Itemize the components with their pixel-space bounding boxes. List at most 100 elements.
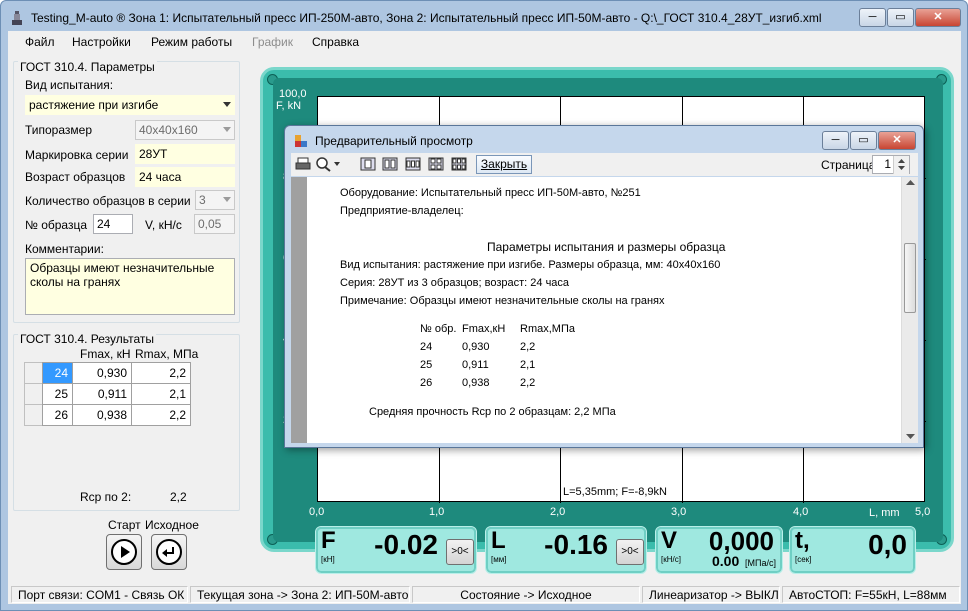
report-col-f: Fmax,кН — [462, 323, 506, 335]
rcp-value: 2,2 — [170, 490, 187, 504]
row-header[interactable] — [24, 362, 43, 384]
title-bar: Testing_M-auto ® Зона 1: Испытательный п… — [1, 1, 967, 31]
chevron-down-icon — [223, 102, 231, 107]
age-label: Возраст образцов — [25, 170, 126, 184]
series-label: Маркировка серии — [25, 148, 129, 162]
menu-mode[interactable]: Режим работы — [151, 35, 232, 49]
force-zero-button[interactable]: >0< — [446, 539, 474, 565]
plot-annotation: L=5,35mm; F=-8,9kN — [561, 486, 669, 498]
menu-help[interactable]: Справка — [312, 35, 359, 49]
report-col-n: № обр. — [420, 323, 457, 335]
params-title: ГОСТ 310.4. Параметры — [18, 60, 157, 74]
comments-label: Комментарии: — [25, 242, 104, 256]
menu-settings[interactable]: Настройки — [72, 35, 131, 49]
status-state: Состояние -> Исходное — [412, 586, 640, 603]
four-pages-icon[interactable] — [427, 156, 445, 172]
scroll-thumb[interactable] — [904, 243, 916, 313]
chevron-down-icon[interactable] — [332, 156, 342, 172]
three-pages-icon[interactable] — [404, 156, 422, 172]
speed-readout: V [кН/с] 0,000 0.00 [МПа/с] — [655, 526, 783, 574]
speed-input[interactable]: 0,05 — [194, 214, 235, 234]
average-line: Средняя прочность Rcp по 2 образцам: 2,2… — [369, 406, 616, 418]
home-button[interactable] — [151, 534, 187, 570]
zoom-icon[interactable] — [314, 156, 332, 172]
count-value: 3 — [199, 193, 206, 207]
results-cell-r[interactable]: 2,2 — [131, 362, 191, 384]
results-title: ГОСТ 310.4. Результаты — [18, 332, 156, 346]
force-unit: [кН] — [321, 555, 335, 564]
x-tick-label: 1,0 — [429, 506, 445, 518]
one-page-icon[interactable] — [359, 156, 377, 172]
count-label: Количество образцов в серии — [25, 194, 191, 208]
x-tick-label: 5,0 — [915, 506, 931, 518]
length-unit: [мм] — [491, 555, 507, 564]
scroll-up-icon[interactable] — [906, 179, 915, 187]
scroll-down-icon[interactable] — [906, 432, 915, 440]
sample-input[interactable]: 24 — [93, 214, 133, 234]
row-header[interactable] — [24, 383, 43, 405]
x-axis-label: L, mm — [869, 507, 900, 519]
menu-file[interactable]: Файл — [25, 35, 55, 49]
preview-toolbar: Закрыть Страница 1 — [291, 153, 918, 176]
equipment-line: Оборудование: Испытательный пресс ИП-50М… — [340, 187, 641, 199]
six-pages-icon[interactable] — [450, 156, 468, 172]
page-spinner[interactable] — [893, 156, 909, 174]
report-cell: 0,911 — [462, 359, 489, 371]
report-cell: 0,938 — [462, 377, 490, 389]
results-cell-n[interactable]: 24 — [42, 362, 73, 384]
report-cell: 26 — [420, 377, 433, 389]
x-tick-label: 2,0 — [550, 506, 566, 518]
x-tick-label: 0,0 — [309, 506, 325, 518]
chevron-down-icon — [223, 127, 231, 132]
preview-close-window-button[interactable]: ✕ — [878, 131, 916, 150]
results-cell-r[interactable]: 2,2 — [131, 404, 191, 426]
length-zero-button[interactable]: >0< — [616, 539, 644, 565]
x-tick-label: 3,0 — [671, 506, 687, 518]
test-type-select[interactable]: растяжение при изгибе — [25, 95, 235, 115]
comments-textarea[interactable]: Образцы имеют незначительные сколы на гр… — [25, 258, 235, 315]
app-icon — [12, 11, 22, 25]
menu-bar: Файл Настройки Режим работы График Справ… — [8, 31, 961, 53]
results-cell-r[interactable]: 2,1 — [131, 383, 191, 405]
preview-maximize-button[interactable]: ▭ — [850, 131, 877, 150]
maximize-button[interactable]: ▭ — [887, 8, 914, 27]
preview-minimize-button[interactable]: ─ — [822, 131, 849, 150]
results-cell-f[interactable]: 0,938 — [72, 404, 132, 426]
test-type-value: растяжение при изгибе — [29, 98, 159, 112]
time-value: 0,0 — [868, 529, 907, 560]
page-input[interactable]: 1 — [872, 155, 910, 174]
preview-viewport[interactable]: Оборудование: Испытательный пресс ИП-50М… — [291, 177, 918, 443]
results-cell-n[interactable]: 25 — [42, 383, 73, 405]
results-cell-f[interactable]: 0,911 — [72, 383, 132, 405]
status-bar: Порт связи: COM1 - Связь ОК Текущая зона… — [8, 584, 961, 604]
chevron-down-icon — [223, 197, 231, 202]
results-cell-f[interactable]: 0,930 — [72, 362, 132, 384]
length-symbol: L — [491, 527, 506, 554]
preview-scrollbar[interactable] — [901, 177, 918, 443]
rcp-label: Rcp по 2: — [80, 490, 132, 504]
play-icon — [111, 539, 137, 565]
count-select[interactable]: 3 — [195, 190, 235, 210]
report-heading: Параметры испытания и размеры образца — [487, 240, 726, 254]
preview-close-button[interactable]: Закрыть — [476, 155, 532, 174]
size-select[interactable]: 40x40x160 — [135, 120, 235, 140]
report-col-r: Rmax,МПа — [520, 323, 575, 335]
start-button[interactable] — [106, 534, 142, 570]
report-cell: 25 — [420, 359, 433, 371]
row-header[interactable] — [24, 404, 43, 426]
series-input[interactable]: 28УТ — [135, 144, 235, 164]
speed-symbol: V — [661, 527, 678, 554]
printer-icon[interactable] — [294, 156, 312, 172]
age-input[interactable]: 24 часа — [135, 167, 235, 187]
close-button[interactable]: ✕ — [915, 8, 961, 27]
sample-label: № образца — [25, 218, 88, 232]
col-rmax: Rmax, МПа — [135, 347, 199, 361]
time-readout: t, [сек] 0,0 — [789, 526, 916, 574]
two-pages-icon[interactable] — [381, 156, 399, 172]
minimize-button[interactable]: ─ — [859, 8, 886, 27]
menu-graph[interactable]: График — [252, 35, 293, 49]
test-type-label: Вид испытания: — [25, 78, 114, 92]
params-group: ГОСТ 310.4. Параметры Вид испытания: рас… — [13, 60, 240, 323]
results-cell-n[interactable]: 26 — [42, 404, 73, 426]
time-symbol: t, — [795, 527, 810, 554]
